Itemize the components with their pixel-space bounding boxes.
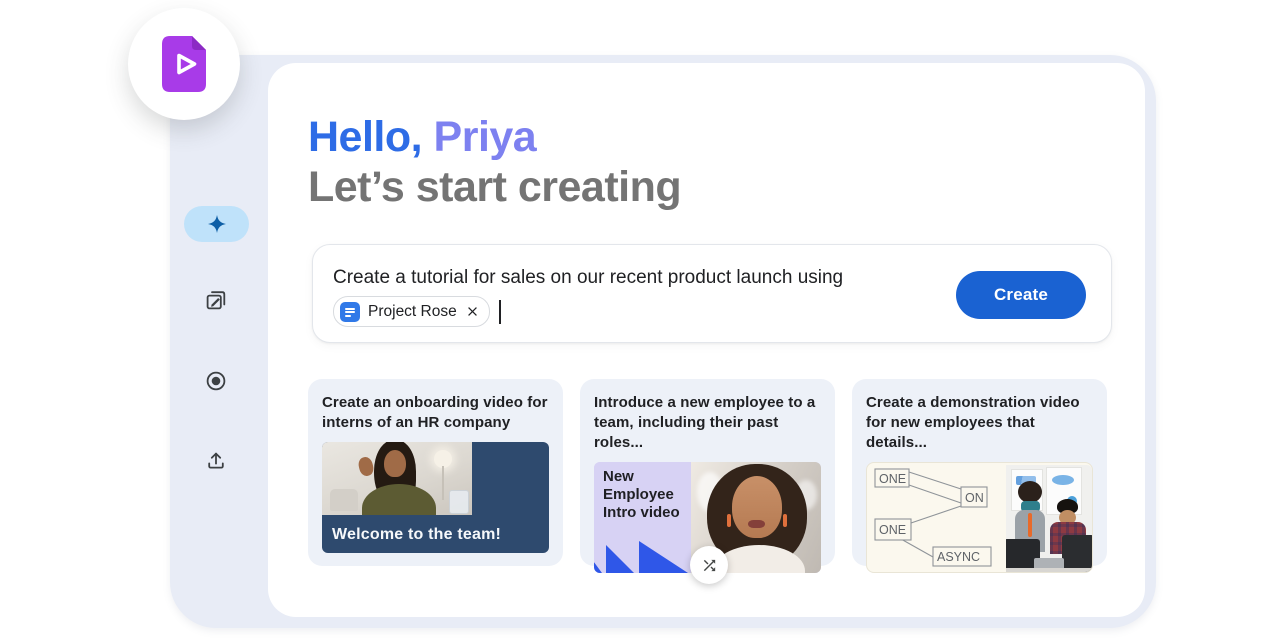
prompt-chip-row: Project Rose: [333, 296, 501, 327]
page-subtitle: Let’s start creating: [308, 162, 681, 212]
sidebar-item-upload[interactable]: [194, 438, 238, 482]
page-greeting: Hello, Priya: [308, 112, 536, 162]
file-chip-label: Project Rose: [368, 303, 457, 321]
upload-icon: [204, 448, 228, 472]
prompt-input-box[interactable]: Create a tutorial for sales on our recen…: [312, 244, 1112, 343]
app-logo-badge: [128, 8, 240, 120]
svg-text:ONE: ONE: [879, 472, 906, 486]
create-button[interactable]: Create: [956, 271, 1086, 319]
greeting-prefix: Hello,: [308, 113, 422, 161]
thumbnail-title-panel: New Employee Intro video: [594, 462, 691, 573]
thumbnail-caption: New Employee Intro video: [603, 468, 685, 522]
text-cursor: [499, 300, 501, 324]
file-chip[interactable]: Project Rose: [333, 296, 490, 327]
thumbnail-photo: [1006, 465, 1092, 572]
record-icon: [204, 369, 228, 393]
svg-text:ON: ON: [965, 491, 984, 505]
chip-remove-button[interactable]: [465, 304, 480, 319]
shuffle-icon: [701, 557, 718, 574]
close-icon: [465, 304, 480, 319]
docs-icon: [340, 302, 360, 322]
svg-text:ASYNC: ASYNC: [937, 550, 980, 564]
suggestion-title: Introduce a new employee to a team, incl…: [594, 393, 821, 453]
suggestion-title: Create an onboarding video for interns o…: [322, 393, 549, 433]
prompt-text: Create a tutorial for sales on our recen…: [333, 267, 843, 289]
shuffle-suggestions-button[interactable]: [690, 546, 728, 584]
svg-text:ONE: ONE: [879, 523, 906, 537]
suggestion-thumbnail-video: Welcome to the team!: [322, 442, 549, 553]
triangle-decoration: [594, 539, 691, 573]
suggestion-card-demonstration[interactable]: Create a demonstration video for new emp…: [852, 379, 1107, 566]
suggestion-thumbnail-diagram: ONE ON ONE ASYNC: [866, 462, 1093, 573]
suggestion-cards-row: Create an onboarding video for interns o…: [308, 379, 1107, 566]
vids-document-play-icon: [161, 35, 207, 93]
sidebar-item-record[interactable]: [194, 359, 238, 403]
thumbnail-photo: [322, 442, 472, 515]
greeting-username: Priya: [434, 113, 537, 161]
suggestion-card-onboarding[interactable]: Create an onboarding video for interns o…: [308, 379, 563, 566]
suggestion-title: Create a demonstration video for new emp…: [866, 393, 1093, 453]
sidebar-item-templates[interactable]: [194, 278, 238, 322]
thumbnail-caption: Welcome to the team!: [332, 526, 501, 544]
edit-template-icon: [204, 288, 228, 312]
flow-diagram: ONE ON ONE ASYNC: [867, 463, 1006, 572]
suggestion-card-introduce[interactable]: Introduce a new employee to a team, incl…: [580, 379, 835, 566]
sparkle-icon: [206, 213, 228, 235]
sidebar-item-ai-create[interactable]: [184, 206, 249, 242]
